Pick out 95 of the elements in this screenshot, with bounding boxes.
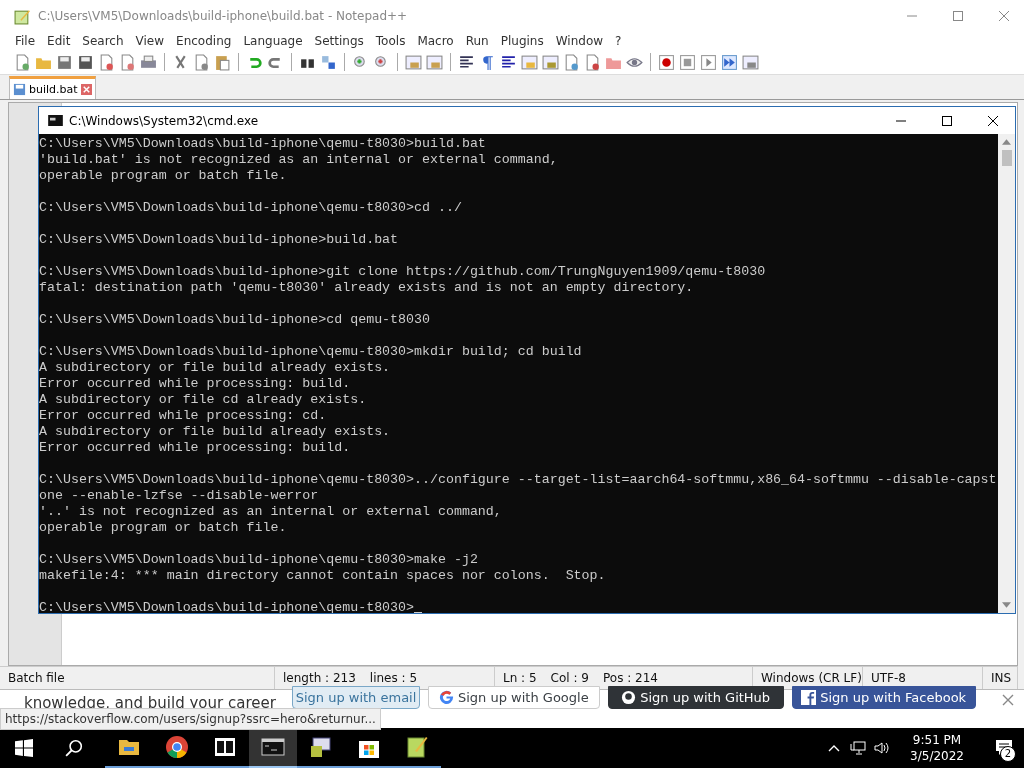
- browser-icon: [165, 735, 189, 759]
- replace-icon[interactable]: [320, 53, 337, 71]
- console-line: '..' is not recognized as an internal or external command,: [39, 504, 502, 520]
- wrap-icon[interactable]: [458, 53, 475, 71]
- menu-item[interactable]: File: [9, 32, 42, 50]
- facebook-logo: [801, 690, 817, 705]
- menu-item[interactable]: Plugins: [494, 32, 550, 50]
- sync-scroll-icon[interactable]: [405, 53, 422, 71]
- console-line: Error occurred while processing: cd.: [39, 408, 327, 424]
- google-logo: [439, 690, 454, 705]
- function-icon[interactable]: [584, 53, 601, 71]
- start-icon[interactable]: [15, 739, 33, 757]
- menu-item[interactable]: Language: [237, 32, 309, 50]
- menu-item[interactable]: Edit: [41, 32, 77, 50]
- sync-scroll-icon[interactable]: [426, 53, 443, 71]
- status-text: Batch file: [8, 671, 65, 685]
- github-logo: [621, 690, 637, 705]
- clock[interactable]: 9:51 PM 3/5/2022: [910, 732, 964, 764]
- scroll-thumb[interactable]: [1001, 150, 1012, 166]
- console-line: C:\Users\VM5\Downloads\build-iphone\qemu-t8030>build.bat: [39, 136, 486, 152]
- status-text: Windows (CR LF): [761, 671, 862, 685]
- network-icon[interactable]: [850, 740, 867, 756]
- status-text: Pos : 214: [603, 671, 658, 685]
- signup-button[interactable]: Sign up with Google: [428, 686, 600, 709]
- menu-item[interactable]: View: [129, 32, 171, 50]
- save-icon: [13, 82, 26, 96]
- console-line: Error occurred while processing: build.: [39, 440, 351, 456]
- console-line: A subdirectory or file build already exists.: [39, 424, 391, 440]
- menu-item[interactable]: Settings: [308, 32, 370, 50]
- signup-button[interactable]: Sign up with email: [292, 686, 420, 709]
- link-preview: https://stackoverflow.com/users/signup?ssrc=hero&returnur...: [0, 708, 381, 730]
- console-line: one --enable-lzfse --disable-werror: [39, 488, 319, 504]
- copy-icon[interactable]: [193, 53, 210, 71]
- console-line: A subdirectory or file build already exists.: [39, 360, 391, 376]
- status-text: length : 213: [283, 671, 356, 685]
- status-text: Ln : 5: [503, 671, 537, 685]
- close-file-icon[interactable]: [98, 53, 115, 71]
- status-text: UTF-8: [871, 671, 906, 685]
- menu-item[interactable]: Run: [459, 32, 495, 50]
- signup-button[interactable]: Sign up with Facebook: [791, 686, 976, 709]
- console-line: C:\Users\VM5\Downloads\build-iphone>git clone https://github.com/TrungNguyen1909/qemu-t8030: [39, 264, 766, 280]
- indent-guide-icon[interactable]: [500, 53, 517, 71]
- close-icon[interactable]: [987, 114, 999, 127]
- documents-icon[interactable]: [563, 53, 580, 71]
- console-line: fatal: destination path 'qemu-t8030' already exists and is not an empty directory.: [39, 280, 694, 296]
- console-line: Error occurred while processing: build.: [39, 376, 351, 392]
- console-line: C:\Users\VM5\Downloads\build-iphone>cd qemu-t8030: [39, 312, 430, 328]
- fast-forward-icon[interactable]: [721, 53, 738, 71]
- macro-save-icon[interactable]: [742, 53, 759, 71]
- window-title: C:\Windows\System32\cmd.exe: [69, 113, 260, 128]
- installer-icon: [309, 735, 333, 759]
- menu-item[interactable]: ?: [609, 32, 628, 50]
- taskbar-button[interactable]: [249, 728, 297, 768]
- play-icon[interactable]: [700, 53, 717, 71]
- status-text: Col : 9: [550, 671, 589, 685]
- scrollbar[interactable]: [998, 134, 1015, 613]
- file-tab[interactable]: build.bat: [9, 76, 96, 99]
- console-line: C:\Users\VM5\Downloads\build-iphone\qemu-t8030>: [39, 600, 415, 613]
- scroll-up-icon[interactable]: [1002, 139, 1011, 145]
- console-line: C:\Users\VM5\Downloads\build-iphone\qemu-t8030>mkdir build; cd build: [39, 344, 582, 360]
- console-line: A subdirectory or file cd already exists.: [39, 392, 367, 408]
- menu-item[interactable]: Tools: [369, 32, 412, 50]
- console-icon: [48, 115, 63, 126]
- record-icon[interactable]: [658, 53, 675, 71]
- archive-icon: [213, 735, 237, 759]
- paste-icon[interactable]: [214, 53, 231, 71]
- maximize-icon[interactable]: [941, 114, 953, 127]
- print-icon[interactable]: [140, 53, 157, 71]
- scroll-down-icon[interactable]: [1002, 602, 1011, 608]
- menu-item[interactable]: Encoding: [170, 32, 238, 50]
- status-text: INS: [991, 671, 1012, 685]
- console-line: 'build.bat' is not recognized as an internal or external command,: [39, 152, 558, 168]
- console-line: C:\Users\VM5\Downloads\build-iphone>build.bat: [39, 232, 399, 248]
- menu-item[interactable]: Window: [549, 32, 610, 50]
- signup-button[interactable]: Sign up with GitHub: [607, 686, 784, 709]
- console-line: operable program or batch file.: [39, 520, 287, 536]
- terminal-icon: [261, 735, 285, 759]
- menu-item[interactable]: Search: [76, 32, 130, 50]
- console-line: C:\Users\VM5\Downloads\build-iphone\qemu-t8030>../configure --target-list=aarch64-softmmu,x86_64-softmmu --disable-capst: [39, 472, 997, 488]
- save-all-icon[interactable]: [77, 53, 94, 71]
- menu-item[interactable]: Macro: [411, 32, 460, 50]
- console-line: C:\Users\VM5\Downloads\build-iphone\qemu-t8030>make -j2: [39, 552, 478, 568]
- notepad-icon: [405, 735, 429, 759]
- new-file-icon[interactable]: [14, 53, 31, 71]
- console-line: makefile:4: *** main directory cannot contain spaces nor colons. Stop.: [39, 568, 606, 584]
- window-title: C:\Users\VM5\Downloads\build-iphone\build.bat - Notepad++: [38, 9, 409, 23]
- console-line: operable program or batch file.: [39, 168, 287, 184]
- save-icon[interactable]: [56, 53, 73, 71]
- stop-icon[interactable]: [679, 53, 696, 71]
- map-icon[interactable]: [542, 53, 559, 71]
- volume-icon[interactable]: [874, 740, 891, 756]
- status-text: lines : 5: [369, 671, 418, 685]
- console-line: C:\Users\VM5\Downloads\build-iphone\qemu-t8030>cd ../: [39, 200, 462, 216]
- close-all-icon[interactable]: [119, 53, 136, 71]
- notification-count: 2: [1000, 746, 1016, 762]
